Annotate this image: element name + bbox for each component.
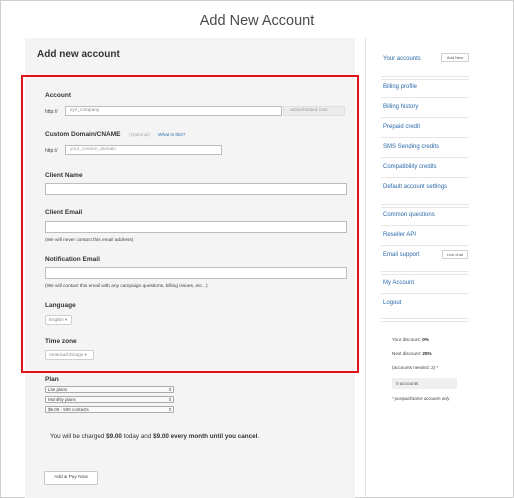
sidebar-divider [381, 157, 469, 158]
notification-email-label: Notification Email [45, 256, 100, 263]
caret-down-icon: ▾ [65, 317, 68, 322]
sidebar-divider [381, 225, 469, 226]
sidebar-item-billing-profile[interactable]: Billing profile [383, 84, 417, 90]
language-dropdown[interactable]: English ▾ [45, 315, 72, 325]
sidebar-divider [381, 177, 469, 178]
client-name-label: Client Name [45, 172, 83, 179]
your-discount-label: Your discount: [392, 337, 423, 342]
sidebar-item-sms-credits[interactable]: SMS Sending credits [383, 144, 439, 150]
account-prefix: http:// [45, 109, 58, 115]
what-is-this-link[interactable]: What is this? [158, 133, 185, 138]
sidebar-divider [365, 38, 366, 498]
page-title: Add New Account [199, 13, 315, 29]
account-suffix: .activehosted.com [283, 106, 345, 116]
your-discount-value: 0% [422, 337, 429, 342]
sidebar-divider [381, 97, 469, 98]
sidebar-divider [381, 76, 469, 77]
select-arrows-icon: ⇕ [168, 397, 172, 402]
custom-domain-prefix: http:// [45, 148, 58, 154]
sidebar-divider [381, 204, 469, 205]
sidebar-divider [381, 117, 469, 118]
sidebar-item-common-questions[interactable]: Common questions [383, 212, 435, 218]
sidebar-item-reseller-api[interactable]: Reseller API [383, 232, 416, 238]
client-email-hint: (We will never contact this email addres… [45, 238, 134, 243]
next-discount-label: Next discount: [392, 351, 423, 356]
charge-end: . [257, 433, 260, 440]
sidebar-item-compatibility-credits[interactable]: Compatibility credits [383, 164, 437, 170]
sidebar-item-billing-history[interactable]: Billing history [383, 104, 418, 110]
sidebar-item-default-settings[interactable]: Default account settings [383, 184, 447, 190]
notification-email-input[interactable] [45, 267, 347, 279]
add-pay-now-button[interactable]: Add & Pay Now [44, 471, 98, 485]
select-arrows-icon: ⇕ [168, 407, 172, 412]
accounts-count: 0 accounts [392, 378, 457, 389]
sidebar-divider [381, 318, 469, 319]
caret-down-icon: ▾ [84, 352, 87, 357]
notification-email-hint: (We will contact this email with any cam… [45, 284, 208, 289]
language-label: Language [45, 302, 76, 309]
timezone-selected: America/Chicago [49, 352, 84, 357]
add-new-account-button[interactable]: Add New [441, 53, 469, 62]
sidebar-item-my-account[interactable]: My Account [383, 280, 414, 286]
timezone-label: Time zone [45, 338, 77, 345]
charge-recurring: $9.00 every month until you cancel [153, 433, 258, 440]
charge-middle: today and [121, 433, 154, 440]
client-email-input[interactable] [45, 221, 347, 233]
sidebar-divider [381, 271, 469, 272]
plan-label: Plan [45, 376, 59, 383]
account-input[interactable]: xyz_company [65, 106, 282, 116]
sidebar-divider [381, 79, 469, 80]
sidebar-your-accounts[interactable]: Your accounts [383, 56, 421, 62]
language-selected: English [49, 317, 64, 322]
client-name-input[interactable] [45, 183, 347, 195]
plan-type-value: Lite plans [48, 387, 68, 392]
sidebar-divider [381, 245, 469, 246]
charge-today-amount: $9.00 [106, 433, 122, 440]
sidebar-divider [381, 137, 469, 138]
next-discount-value: 25% [422, 351, 432, 356]
custom-domain-label: Custom Domain/CNAME [45, 131, 121, 138]
custom-domain-optional: (Optional) [129, 133, 151, 138]
sidebar-divider [381, 293, 469, 294]
section-title: Add new account [37, 49, 120, 60]
sidebar-item-email-support[interactable]: Email support [383, 252, 420, 258]
sidebar-item-logout[interactable]: Logout [383, 300, 401, 306]
next-discount: Next discount: 25% [392, 351, 432, 356]
your-discount: Your discount: 0% [392, 337, 429, 342]
plan-type-select[interactable]: Lite plans ⇕ [45, 386, 174, 393]
client-email-label: Client Email [45, 209, 83, 216]
custom-domain-input[interactable]: your_custom_domain [65, 145, 222, 155]
billing-cycle-select[interactable]: Monthly plans ⇕ [45, 396, 174, 403]
timezone-dropdown[interactable]: America/Chicago ▾ [45, 350, 94, 360]
accounts-needed: (accounts needed: 2) * [392, 365, 439, 370]
sidebar-divider [381, 207, 469, 208]
sidebar-divider [381, 321, 469, 322]
live-chat-button[interactable]: Live chat [442, 250, 468, 259]
charge-summary: You will be charged $9.00 today and $9.0… [50, 433, 259, 440]
plan-size-select[interactable]: $9.00 - 500 contacts ⇕ [45, 406, 174, 413]
charge-prefix: You will be charged [50, 433, 107, 440]
accounts-footnote: * postpaid/active accounts only [392, 396, 450, 401]
plan-size-value: $9.00 - 500 contacts [48, 407, 89, 412]
account-label: Account [45, 92, 71, 99]
sidebar-item-prepaid-credit[interactable]: Prepaid credit [383, 124, 420, 130]
select-arrows-icon: ⇕ [168, 387, 172, 392]
billing-cycle-value: Monthly plans [48, 397, 76, 402]
sidebar-divider [381, 274, 469, 275]
